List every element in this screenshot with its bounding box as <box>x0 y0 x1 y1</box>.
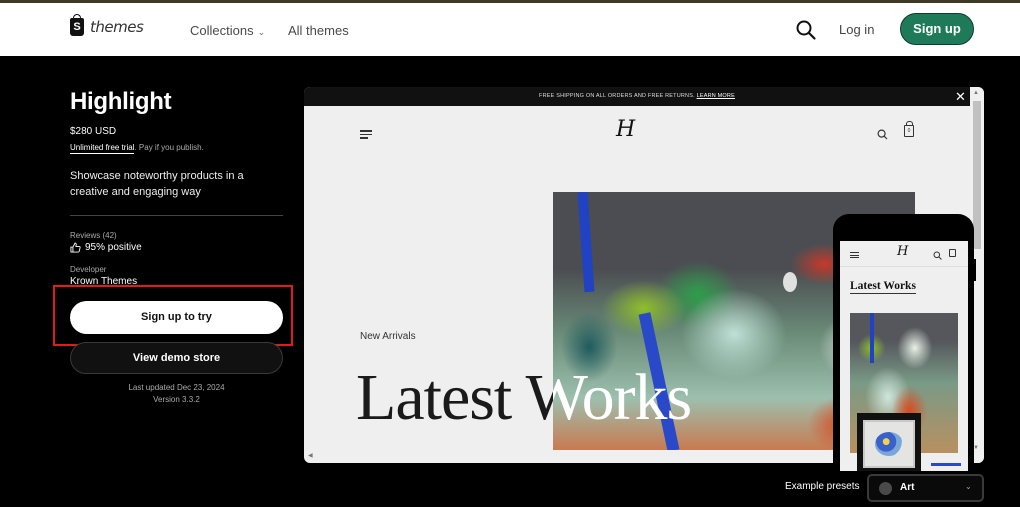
mobile-menu-icon[interactable] <box>850 252 859 260</box>
trial-info: Unlimited free trial. Pay if you publish… <box>70 143 283 154</box>
nav-all-themes[interactable]: All themes <box>288 23 349 38</box>
signup-button[interactable]: Sign up <box>900 13 974 45</box>
scroll-left-icon[interactable]: ◀ <box>308 452 313 459</box>
chevron-down-icon: ⌄ <box>965 482 972 491</box>
reviews-rating: 95% positive <box>70 242 283 253</box>
framed-painting-image <box>857 413 921 471</box>
shopify-bag-icon: S <box>70 14 84 36</box>
chevron-down-icon: ⌄ <box>257 27 266 37</box>
unlimited-trial-link[interactable]: Unlimited free trial <box>70 143 135 154</box>
store-logo[interactable]: H <box>616 117 635 142</box>
thumbs-up-icon <box>70 242 81 253</box>
sign-up-to-try-button[interactable]: Sign up to try <box>70 301 283 334</box>
mobile-search-icon[interactable] <box>933 247 942 265</box>
presets-label: Example presets <box>785 481 860 492</box>
theme-title: Highlight <box>70 88 172 115</box>
search-button[interactable] <box>795 19 817 41</box>
learn-more-link[interactable]: LEARN MORE <box>697 93 735 99</box>
store-search-icon[interactable] <box>877 127 888 145</box>
menu-icon[interactable] <box>360 130 372 141</box>
theme-description: Showcase noteworthy products in a creati… <box>70 170 244 198</box>
cart-icon[interactable]: 0 <box>904 121 914 137</box>
trial-note: . Pay if you publish. <box>134 143 204 152</box>
theme-meta: Last updated Dec 23, 2024 Version 3.3.2 <box>70 382 283 406</box>
mobile-cart-icon[interactable] <box>949 249 956 257</box>
nav-collections[interactable]: Collections ⌄ <box>190 23 265 38</box>
reviews-link[interactable]: Reviews (42) <box>70 231 283 240</box>
site-header: S themes Collections ⌄ All themes Log in … <box>0 3 1020 56</box>
mobile-preview[interactable]: H Latest Works <box>833 214 976 474</box>
theme-info-panel: Highlight $280 USD Unlimited free trial.… <box>70 88 283 287</box>
announcement-text: FREE SHIPPING ON ALL ORDERS AND FREE RET… <box>539 93 695 99</box>
reviews-positive: 95% positive <box>85 242 142 253</box>
scroll-up-icon[interactable]: ▲ <box>973 90 979 96</box>
preset-selected: Art <box>900 482 915 493</box>
divider <box>70 215 283 216</box>
scrollbar-thumb[interactable] <box>973 101 981 249</box>
mobile-screen: H Latest Works <box>840 241 968 471</box>
search-icon <box>796 20 816 40</box>
shopify-themes-logo[interactable]: S themes <box>70 14 144 36</box>
close-icon[interactable]: ✕ <box>955 90 966 103</box>
last-updated: Last updated Dec 23, 2024 <box>128 383 225 392</box>
nav-collections-label: Collections <box>190 23 254 38</box>
mobile-title: Latest Works <box>850 280 916 294</box>
presets-dropdown[interactable]: Art ⌄ <box>867 474 984 502</box>
preset-color-swatch <box>879 482 892 495</box>
logo-text: themes <box>90 18 144 36</box>
mobile-store-logo: H <box>897 244 909 259</box>
hero-eyebrow: New Arrivals <box>360 331 416 342</box>
hero-title-overlay: Latest Works <box>553 361 692 434</box>
announcement-bar: FREE SHIPPING ON ALL ORDERS AND FREE RET… <box>304 87 970 106</box>
login-link[interactable]: Log in <box>839 22 874 37</box>
theme-price: $280 USD <box>70 126 117 137</box>
view-demo-store-button[interactable]: View demo store <box>70 342 283 374</box>
developer-label: Developer <box>70 265 107 274</box>
version: Version 3.3.2 <box>153 395 200 404</box>
